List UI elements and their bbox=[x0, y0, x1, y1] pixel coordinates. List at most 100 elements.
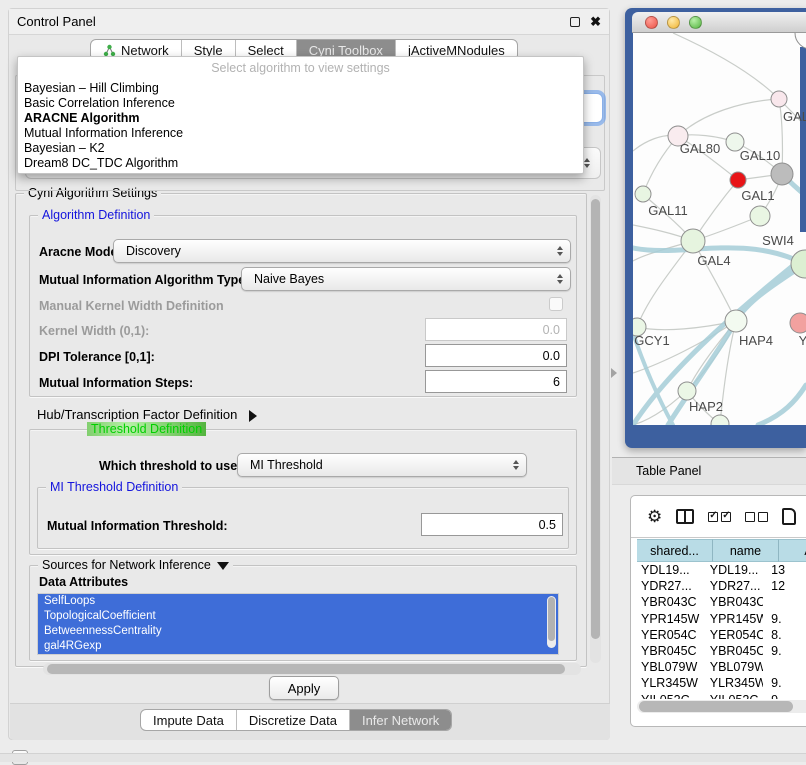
close-window-icon[interactable] bbox=[645, 16, 658, 29]
column-header-name[interactable]: name bbox=[713, 539, 779, 562]
dropdown-item-bayesian-hill-climbing[interactable]: Bayesian – Hill Climbing bbox=[18, 81, 583, 96]
node-label: GAL80 bbox=[680, 141, 720, 156]
network-node[interactable] bbox=[711, 415, 729, 425]
table-cell[interactable]: 9. bbox=[763, 644, 806, 660]
list-item-betweennesscentrality[interactable]: BetweennessCentrality bbox=[38, 624, 558, 639]
document-icon[interactable] bbox=[782, 508, 796, 525]
which-threshold-value: MI Threshold bbox=[250, 458, 323, 472]
table-cell[interactable]: YBR045C bbox=[702, 644, 763, 660]
table-cell[interactable]: YLR345W bbox=[702, 676, 763, 692]
deselect-all-icon[interactable] bbox=[745, 512, 768, 522]
minimize-window-icon[interactable] bbox=[667, 16, 680, 29]
tab-impute-data[interactable]: Impute Data bbox=[141, 710, 236, 730]
network-window-titlebar[interactable] bbox=[632, 12, 806, 33]
table-cell[interactable]: YER054C bbox=[637, 628, 702, 644]
list-item-selfloops[interactable]: SelfLoops bbox=[38, 594, 558, 609]
network-node-gal1[interactable] bbox=[771, 163, 793, 185]
close-icon[interactable]: ✖ bbox=[590, 17, 601, 27]
network-node-hap2[interactable] bbox=[678, 382, 696, 400]
dpi-tolerance-field[interactable]: 0.0 bbox=[425, 344, 567, 367]
table-cell[interactable] bbox=[763, 660, 806, 676]
network-node-gal[interactable] bbox=[771, 91, 787, 107]
hub-definition-label: Hub/Transcription Factor Definition bbox=[37, 407, 237, 422]
sources-group-title[interactable]: Sources for Network Inference bbox=[38, 558, 233, 572]
table-row[interactable]: YDR27...YDR27...12 bbox=[637, 579, 806, 595]
settings-horizontal-scrollbar[interactable] bbox=[43, 663, 581, 675]
table-cell[interactable]: YBL079W bbox=[637, 660, 702, 676]
tab-discretize-data[interactable]: Discretize Data bbox=[236, 710, 349, 730]
table-cell[interactable]: YBR045C bbox=[637, 644, 702, 660]
aracne-mode-combobox[interactable]: Discovery bbox=[113, 239, 571, 263]
attributes-list-scrollbar[interactable] bbox=[547, 596, 556, 648]
table-row[interactable]: YBR043CYBR043C bbox=[637, 595, 806, 611]
which-threshold-combobox[interactable]: MI Threshold bbox=[237, 453, 527, 477]
table-cell[interactable]: YIL052C bbox=[637, 693, 702, 700]
table-cell[interactable]: YPR145W bbox=[637, 612, 702, 628]
table-cell[interactable]: 9. bbox=[763, 693, 806, 700]
dropdown-item-dream8[interactable]: Dream8 DC_TDC Algorithm bbox=[18, 156, 583, 171]
table-cell[interactable]: YDL19... bbox=[702, 563, 763, 579]
table-cell[interactable]: YDR27... bbox=[637, 579, 702, 595]
table-cell[interactable]: 13 bbox=[763, 563, 806, 579]
table-cell[interactable]: YBR043C bbox=[637, 595, 702, 611]
table-cell[interactable]: YBR043C bbox=[702, 595, 763, 611]
network-node-gal4[interactable] bbox=[681, 229, 705, 253]
network-node[interactable] bbox=[795, 33, 806, 49]
dropdown-item-mutual-information[interactable]: Mutual Information Inference bbox=[18, 126, 583, 141]
mi-type-combobox[interactable]: Naive Bayes bbox=[241, 267, 571, 291]
kernel-width-field[interactable]: 0.0 bbox=[425, 318, 567, 341]
algorithm-definition-title: Algorithm Definition bbox=[38, 208, 154, 222]
table-cell[interactable]: YBL079W bbox=[702, 660, 763, 676]
table-row[interactable]: YLR345WYLR345W9. bbox=[637, 676, 806, 692]
apply-button[interactable]: Apply bbox=[269, 676, 339, 700]
float-panel-icon[interactable] bbox=[570, 17, 580, 27]
control-panel-title: Control Panel bbox=[17, 14, 96, 29]
table-cell[interactable]: YIL052C bbox=[702, 693, 763, 700]
table-cell[interactable]: 8. bbox=[763, 628, 806, 644]
column-header-extra[interactable]: A bbox=[779, 539, 806, 562]
table-row[interactable]: YPR145WYPR145W9. bbox=[637, 612, 806, 628]
dropdown-item-basic-correlation[interactable]: Basic Correlation Inference bbox=[18, 96, 583, 111]
table-row[interactable]: YBR045CYBR045C9. bbox=[637, 644, 806, 660]
table-cell[interactable]: 9. bbox=[763, 676, 806, 692]
table-cell[interactable]: YLR345W bbox=[637, 676, 702, 692]
mi-threshold-field[interactable]: 0.5 bbox=[421, 513, 563, 536]
select-all-icon[interactable] bbox=[708, 512, 731, 522]
list-item-gal4rgexp[interactable]: gal4RGexp bbox=[38, 639, 558, 654]
table-cell[interactable]: YER054C bbox=[702, 628, 763, 644]
mi-steps-field[interactable]: 6 bbox=[425, 370, 567, 393]
node-label: HAP4 bbox=[739, 333, 773, 348]
table-row[interactable]: YDL19...YDL19...13 bbox=[637, 563, 806, 579]
table-cell[interactable]: 9. bbox=[763, 612, 806, 628]
table-row[interactable]: YER054CYER054C8. bbox=[637, 628, 806, 644]
tab-label: Discretize Data bbox=[249, 713, 337, 728]
table-row[interactable]: YIL052CYIL052C9. bbox=[637, 693, 806, 700]
network-node-swi4[interactable] bbox=[750, 206, 770, 226]
table-cell[interactable]: 12 bbox=[763, 579, 806, 595]
dropdown-item-aracne[interactable]: ARACNE Algorithm bbox=[18, 111, 583, 126]
table-horizontal-scrollbar[interactable] bbox=[637, 700, 806, 713]
network-canvas[interactable]: GALGAL80GAL10GAL1GAL11SWI4GAL4GCY1HAP4YH… bbox=[633, 33, 806, 425]
table-cell[interactable] bbox=[763, 595, 806, 611]
column-header-shared-name[interactable]: shared... bbox=[637, 539, 713, 562]
manual-kernel-checkbox[interactable] bbox=[549, 297, 563, 311]
network-node[interactable] bbox=[730, 172, 746, 188]
node-label: HAP2 bbox=[689, 399, 723, 414]
gear-icon[interactable]: ⚙ bbox=[647, 508, 662, 525]
network-node-hap4[interactable] bbox=[725, 310, 747, 332]
table-cell[interactable]: YDL19... bbox=[637, 563, 702, 579]
columns-icon[interactable] bbox=[676, 509, 694, 524]
table-cell[interactable]: YPR145W bbox=[702, 612, 763, 628]
zoom-window-icon[interactable] bbox=[689, 16, 702, 29]
hub-definition-expander[interactable]: Hub/Transcription Factor Definition bbox=[37, 407, 257, 422]
table-cell[interactable]: YDR27... bbox=[702, 579, 763, 595]
table-row[interactable]: YBL079WYBL079W bbox=[637, 660, 806, 676]
data-attributes-list: SelfLoops TopologicalCoefficient Between… bbox=[37, 593, 559, 655]
panel-splitter-handle[interactable] bbox=[611, 368, 617, 378]
network-node-y[interactable] bbox=[790, 313, 806, 333]
settings-vertical-scrollbar[interactable] bbox=[590, 195, 601, 663]
network-node-gal11[interactable] bbox=[635, 186, 651, 202]
tab-infer-network[interactable]: Infer Network bbox=[349, 710, 451, 730]
list-item-topologicalcoefficient[interactable]: TopologicalCoefficient bbox=[38, 609, 558, 624]
dropdown-item-bayesian-k2[interactable]: Bayesian – K2 bbox=[18, 141, 583, 156]
